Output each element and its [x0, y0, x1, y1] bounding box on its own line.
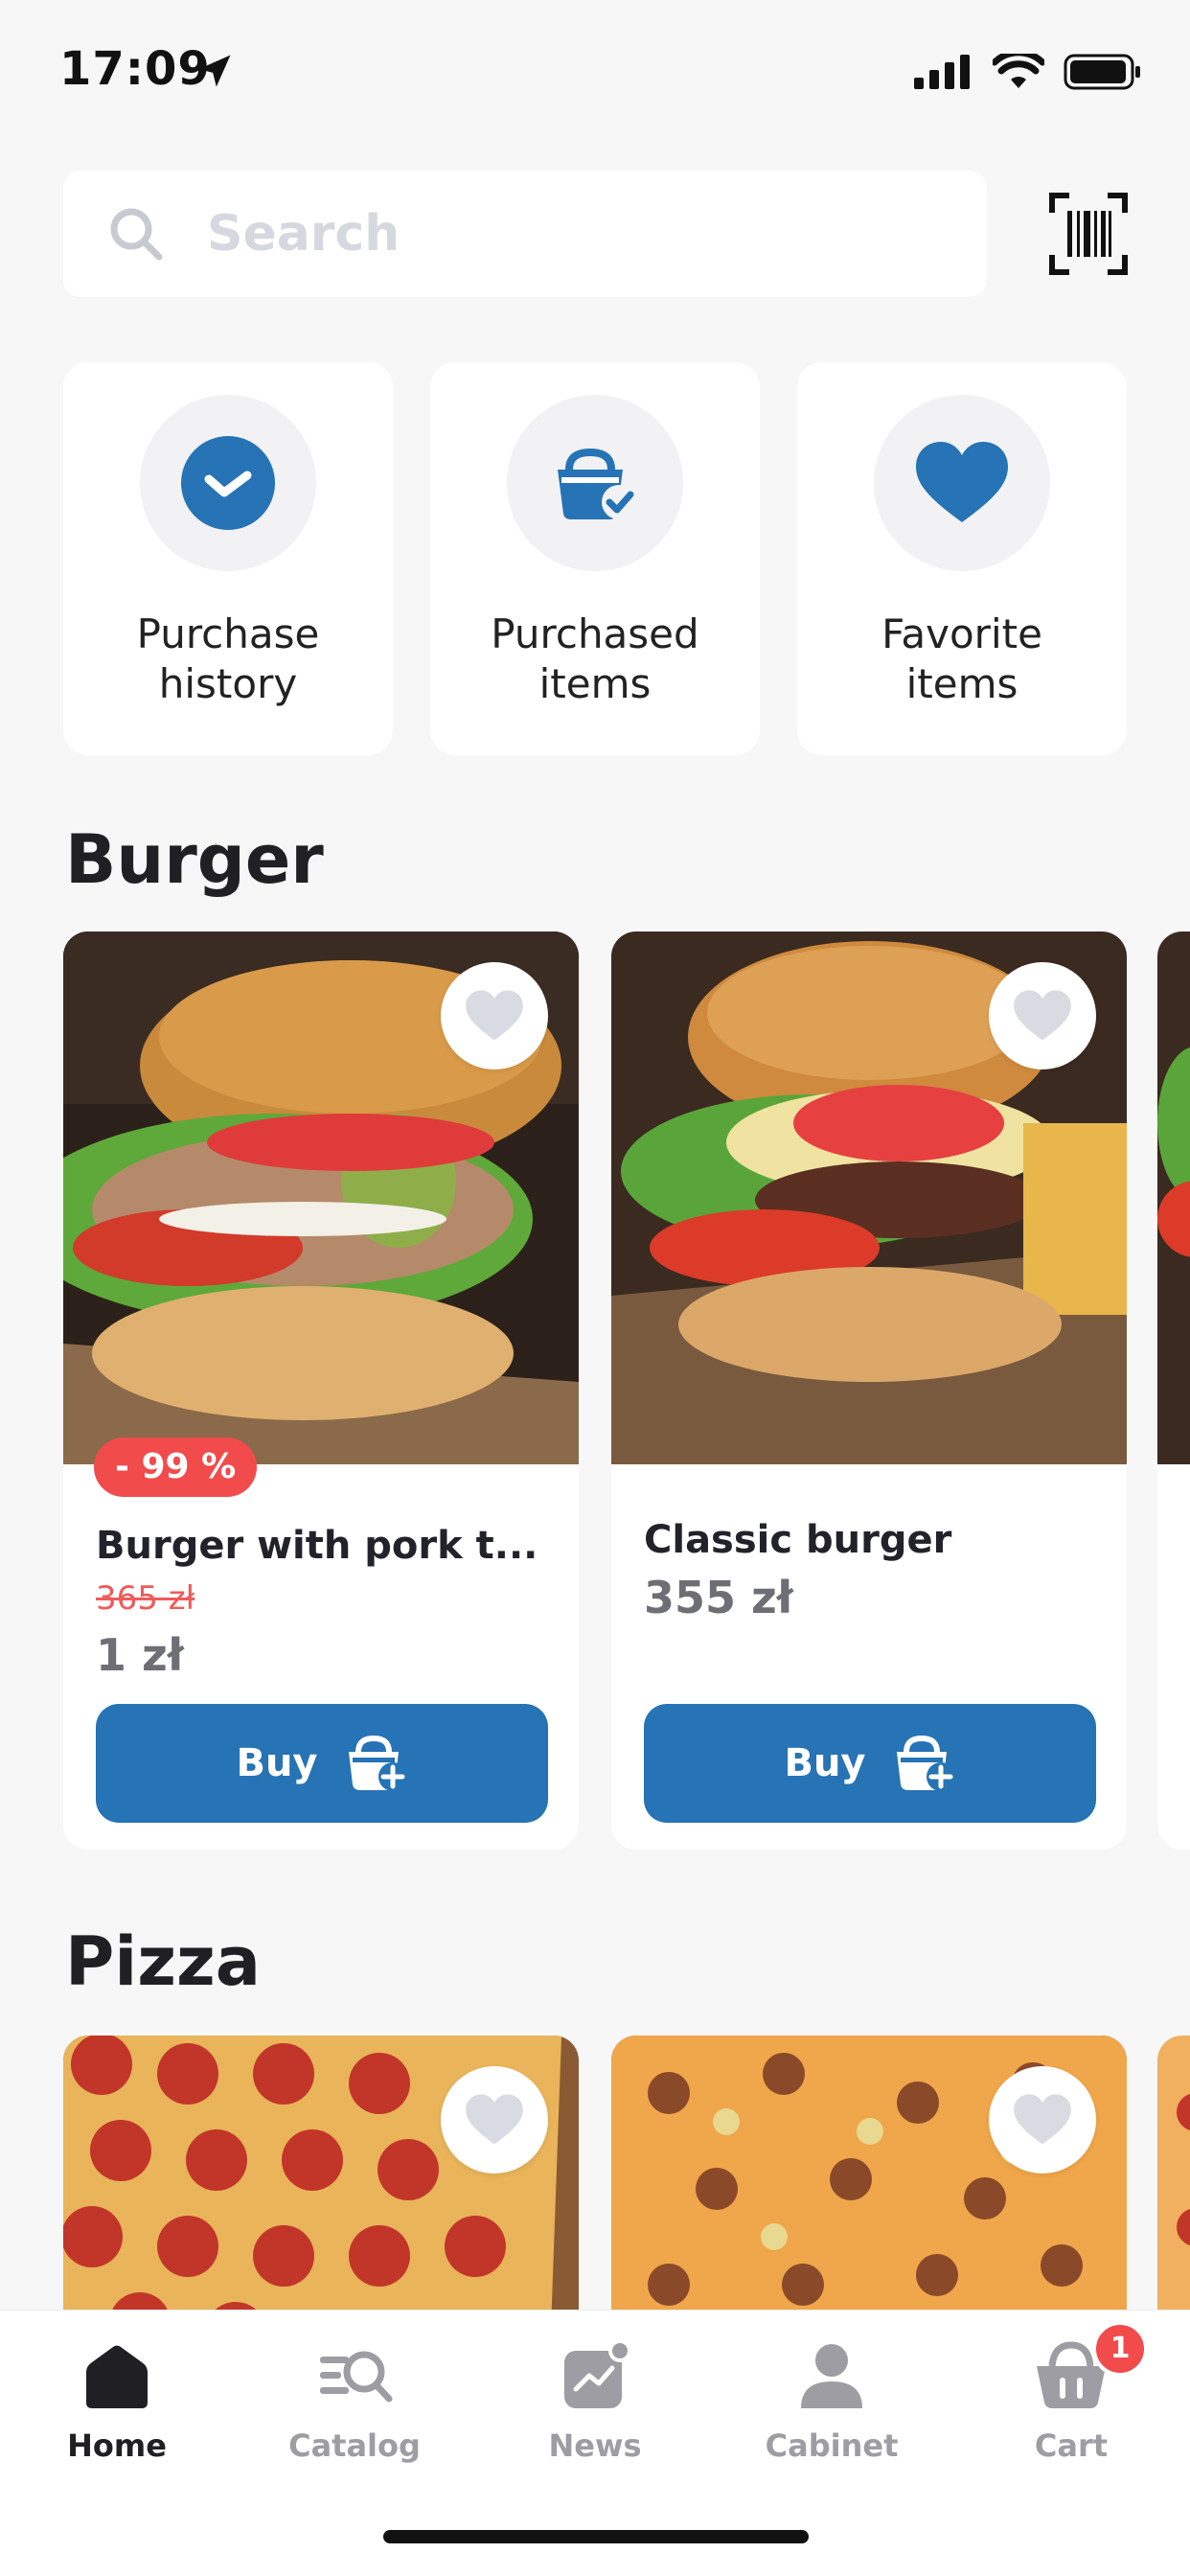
product-name: Classic burger	[644, 1518, 952, 1562]
barcode-scan-icon[interactable]	[1048, 192, 1129, 276]
favorite-button[interactable]	[989, 2066, 1096, 2174]
heart-outline-icon	[1014, 990, 1071, 1041]
product-card-peek[interactable]	[1157, 932, 1190, 1850]
product-name: Burger with pork t...	[96, 1524, 538, 1568]
search-icon	[110, 208, 163, 261]
purchase-history-label: Purchase history	[136, 610, 320, 707]
catalog-search-icon	[320, 2351, 393, 2403]
purchase-history-icon-circle	[140, 395, 316, 571]
tab-cabinet[interactable]: Cabinet	[736, 2337, 927, 2481]
product-price: 1 zł	[96, 1629, 184, 1681]
favorite-items-label: Favorite items	[881, 610, 1042, 707]
heart-icon	[916, 442, 1008, 522]
status-icons	[914, 54, 1142, 90]
product-price: 355 zł	[644, 1572, 793, 1623]
tab-home-label: Home	[67, 2427, 167, 2464]
home-icon	[86, 2345, 148, 2408]
section-title-burger: Burger	[65, 820, 324, 899]
bag-check-icon	[558, 448, 636, 519]
tab-home[interactable]: Home	[21, 2337, 213, 2481]
favorite-button[interactable]	[441, 2066, 548, 2174]
heart-outline-icon	[1014, 2094, 1071, 2145]
add-to-bag-icon	[896, 1735, 955, 1791]
heart-outline-icon	[466, 990, 523, 1041]
favorite-button[interactable]	[441, 962, 548, 1070]
heart-outline-icon	[466, 2094, 523, 2145]
location-arrow-icon	[198, 55, 231, 87]
product-card[interactable]: - 99 % Burger with pork t... 365 zł 1 zł…	[63, 932, 579, 1850]
status-time: 17:09	[59, 42, 211, 96]
discount-badge: - 99 %	[94, 1438, 258, 1497]
search-box[interactable]	[63, 171, 987, 297]
status-bar: 17:09	[0, 0, 1190, 144]
product-old-price: 365 zł	[96, 1579, 195, 1618]
favorite-items-card[interactable]: Favorite items	[797, 362, 1127, 755]
buy-button[interactable]: Buy	[644, 1704, 1096, 1823]
purchased-items-label: Purchased items	[491, 610, 699, 707]
product-photo	[1157, 932, 1190, 1464]
tab-news[interactable]: News	[499, 2337, 691, 2481]
tab-catalog-label: Catalog	[288, 2427, 421, 2464]
favorite-button[interactable]	[989, 962, 1096, 1070]
person-icon	[801, 2344, 862, 2408]
product-card[interactable]: Classic burger 355 zł Buy	[611, 932, 1127, 1850]
purchased-items-icon-circle	[507, 395, 683, 571]
signal-icon	[914, 55, 970, 89]
tab-catalog[interactable]: Catalog	[259, 2337, 450, 2481]
tab-cart-label: Cart	[1034, 2427, 1109, 2464]
purchase-history-card[interactable]: Purchase history	[63, 362, 393, 755]
tab-news-label: News	[548, 2427, 642, 2464]
purchased-items-card[interactable]: Purchased items	[430, 362, 760, 755]
add-to-bag-icon	[348, 1735, 407, 1791]
wifi-icon	[993, 54, 1044, 88]
buy-button-label: Buy	[236, 1741, 318, 1785]
tab-cabinet-label: Cabinet	[765, 2427, 899, 2464]
cart-count-badge: 1	[1092, 2321, 1148, 2377]
section-title-pizza: Pizza	[65, 1922, 262, 2001]
check-circle-icon	[181, 436, 275, 530]
battery-icon	[1064, 54, 1140, 90]
buy-button-label: Buy	[784, 1741, 866, 1785]
favorite-items-icon-circle	[874, 395, 1050, 571]
buy-button[interactable]: Buy	[96, 1704, 548, 1823]
home-indicator	[383, 2530, 809, 2543]
news-chart-icon	[564, 2339, 631, 2408]
search-input[interactable]	[207, 199, 954, 268]
